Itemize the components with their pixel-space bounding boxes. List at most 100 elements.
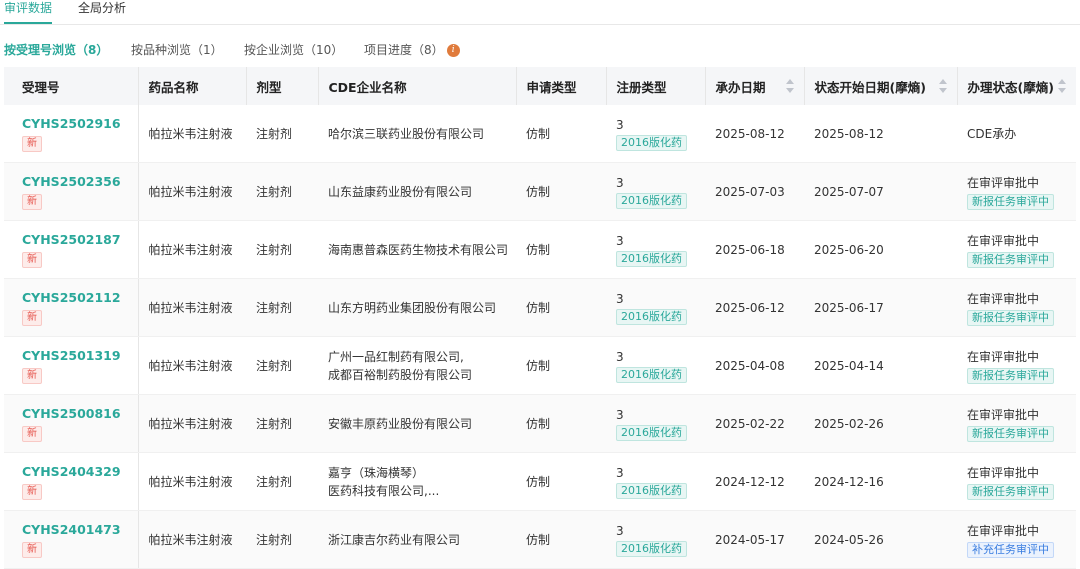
- table-row[interactable]: CYHS2502187 新 帕拉米韦注射液 注射剂 海南惠普森医药生物技术有限公…: [4, 220, 1076, 279]
- col-header-undertake-date[interactable]: 承办日期: [705, 67, 805, 105]
- cell-application-type: 仿制: [516, 278, 606, 337]
- cell-acceptance-no: CYHS2404329 新: [4, 452, 139, 511]
- cell-application-type: 仿制: [516, 220, 606, 279]
- status-tag: 新报任务审评中: [967, 425, 1054, 442]
- cell-status-start-date: 2025-06-17: [804, 278, 957, 337]
- status-text: 在审评审批中: [967, 233, 1040, 248]
- status-tag: 新报任务审评中: [967, 367, 1054, 384]
- col-header-cde-company[interactable]: CDE企业名称: [318, 67, 517, 105]
- registration-tag: 2016版化药: [616, 424, 687, 441]
- subtab-by-variety[interactable]: 按品种浏览（1）: [131, 42, 223, 58]
- status-tag: 新报任务审评中: [967, 483, 1054, 500]
- col-header-processing-status[interactable]: 办理状态(摩熵): [957, 67, 1076, 105]
- cell-company: 山东方明药业集团股份有限公司: [318, 278, 516, 337]
- col-header-drug-name[interactable]: 药品名称: [138, 67, 247, 105]
- info-icon[interactable]: i: [446, 44, 460, 57]
- cell-application-type: 仿制: [516, 162, 606, 221]
- col-header-acceptance-no[interactable]: 受理号: [4, 67, 139, 105]
- status-text: CDE承办: [967, 126, 1017, 141]
- cell-acceptance-no: CYHS2502112 新: [4, 278, 139, 337]
- cell-processing-status: 在审评审批中 新报任务审评中: [957, 394, 1076, 453]
- cell-dosage-form: 注射剂: [246, 452, 318, 511]
- acceptance-no-link[interactable]: CYHS2404329: [22, 463, 138, 481]
- cell-dosage-form: 注射剂: [246, 510, 318, 569]
- subtab-by-acceptance[interactable]: 按受理号浏览（8）: [4, 42, 108, 58]
- cell-drug-name: 帕拉米韦注射液: [138, 105, 246, 163]
- cell-registration-type: 3 2016版化药: [606, 162, 705, 221]
- tab-review-data[interactable]: 审评数据: [4, 0, 53, 24]
- cell-registration-type: 3 2016版化药: [606, 452, 705, 511]
- cell-application-type: 仿制: [516, 336, 606, 395]
- cell-undertake-date: 2025-07-03: [705, 162, 804, 221]
- status-tag: 新报任务审评中: [967, 251, 1054, 268]
- cell-company: 海南惠普森医药生物技术有限公司: [318, 220, 516, 279]
- acceptance-no-link[interactable]: CYHS2502356: [22, 173, 138, 191]
- cell-undertake-date: 2024-05-17: [705, 510, 804, 569]
- acceptance-no-link[interactable]: CYHS2500816: [22, 405, 138, 423]
- acceptance-no-link[interactable]: CYHS2501319: [22, 347, 138, 365]
- sort-icon[interactable]: [938, 79, 947, 93]
- acceptance-no-link[interactable]: CYHS2502187: [22, 231, 138, 249]
- cell-registration-type: 3 2016版化药: [606, 336, 705, 395]
- table-row[interactable]: CYHS2501319 新 帕拉米韦注射液 注射剂 广州一品红制药有限公司, 成都…: [4, 336, 1076, 395]
- cell-dosage-form: 注射剂: [246, 394, 318, 453]
- status-text: 在审评审批中: [967, 523, 1040, 538]
- acceptance-no-link[interactable]: CYHS2401473: [22, 521, 138, 539]
- registration-class: 3: [616, 407, 624, 422]
- registration-class: 3: [616, 117, 624, 132]
- cell-application-type: 仿制: [516, 452, 606, 511]
- registration-tag: 2016版化药: [616, 192, 687, 209]
- col-header-processing-status-label: 办理状态(摩熵): [967, 79, 1054, 95]
- cell-company: 浙江康吉尔药业有限公司: [318, 510, 516, 569]
- company-name-line: 山东方明药业集团股份有限公司: [328, 300, 497, 315]
- new-badge: 新: [22, 368, 42, 384]
- cell-acceptance-no: CYHS2501319 新: [4, 336, 139, 395]
- cell-drug-name: 帕拉米韦注射液: [138, 220, 246, 279]
- cell-undertake-date: 2025-08-12: [705, 105, 804, 163]
- cell-status-start-date: 2025-02-26: [804, 394, 957, 453]
- table-body: CYHS2502916 新 帕拉米韦注射液 注射剂 哈尔滨三联药业股份有限公司 …: [4, 105, 1076, 569]
- cell-processing-status: 在审评审批中 新报任务审评中: [957, 162, 1076, 221]
- cell-status-start-date: 2025-06-20: [804, 220, 957, 279]
- sort-icon[interactable]: [785, 79, 794, 93]
- cell-status-start-date: 2025-04-14: [804, 336, 957, 395]
- cell-acceptance-no: CYHS2401473 新: [4, 510, 139, 569]
- registration-tag: 2016版化药: [616, 134, 687, 151]
- table-row[interactable]: CYHS2500816 新 帕拉米韦注射液 注射剂 安徽丰原药业股份有限公司 仿…: [4, 394, 1076, 453]
- col-header-status-start-date[interactable]: 状态开始日期(摩熵): [804, 67, 958, 105]
- acceptance-no-link[interactable]: CYHS2502916: [22, 115, 138, 133]
- registration-class: 3: [616, 465, 624, 480]
- company-name-line: 嘉亨（珠海横琴）: [328, 465, 425, 480]
- cell-processing-status: 在审评审批中 补充任务审评中: [957, 510, 1076, 569]
- new-badge: 新: [22, 542, 42, 558]
- col-header-application-type[interactable]: 申请类型: [516, 67, 607, 105]
- col-header-dosage-form[interactable]: 剂型: [246, 67, 319, 105]
- cell-registration-type: 3 2016版化药: [606, 394, 705, 453]
- subtab-by-company[interactable]: 按企业浏览（10）: [244, 42, 343, 58]
- cell-status-start-date: 2025-07-07: [804, 162, 957, 221]
- acceptance-no-link[interactable]: CYHS2502112: [22, 289, 138, 307]
- cell-registration-type: 3 2016版化药: [606, 278, 705, 337]
- company-name-line: 山东益康药业股份有限公司: [328, 184, 473, 199]
- table-row[interactable]: CYHS2404329 新 帕拉米韦注射液 注射剂 嘉亨（珠海横琴） 医药科技有限…: [4, 452, 1076, 511]
- table-row[interactable]: CYHS2502112 新 帕拉米韦注射液 注射剂 山东方明药业集团股份有限公司…: [4, 278, 1076, 337]
- company-name-line: 医药科技有限公司,...: [328, 483, 440, 498]
- cell-processing-status: 在审评审批中 新报任务审评中: [957, 278, 1076, 337]
- cell-registration-type: 3 2016版化药: [606, 220, 705, 279]
- company-name-line: 海南惠普森医药生物技术有限公司: [328, 242, 509, 257]
- table-row[interactable]: CYHS2502356 新 帕拉米韦注射液 注射剂 山东益康药业股份有限公司 仿…: [4, 162, 1076, 221]
- subtab-project-progress[interactable]: 项目进度（8） i: [364, 42, 460, 58]
- cell-processing-status: 在审评审批中 新报任务审评中: [957, 220, 1076, 279]
- table-row[interactable]: CYHS2401473 新 帕拉米韦注射液 注射剂 浙江康吉尔药业有限公司 仿制…: [4, 510, 1076, 569]
- table-row[interactable]: CYHS2502916 新 帕拉米韦注射液 注射剂 哈尔滨三联药业股份有限公司 …: [4, 105, 1076, 163]
- cell-application-type: 仿制: [516, 510, 606, 569]
- cell-dosage-form: 注射剂: [246, 105, 318, 163]
- col-header-registration-type[interactable]: 注册类型: [606, 67, 706, 105]
- sort-icon[interactable]: [1058, 79, 1066, 93]
- status-tag: 补充任务审评中: [967, 541, 1054, 558]
- new-badge: 新: [22, 426, 42, 442]
- tab-global-analysis[interactable]: 全局分析: [78, 0, 126, 16]
- company-name-line: 浙江康吉尔药业有限公司: [328, 532, 461, 547]
- col-header-undertake-date-label: 承办日期: [715, 79, 766, 95]
- status-text: 在审评审批中: [967, 465, 1040, 480]
